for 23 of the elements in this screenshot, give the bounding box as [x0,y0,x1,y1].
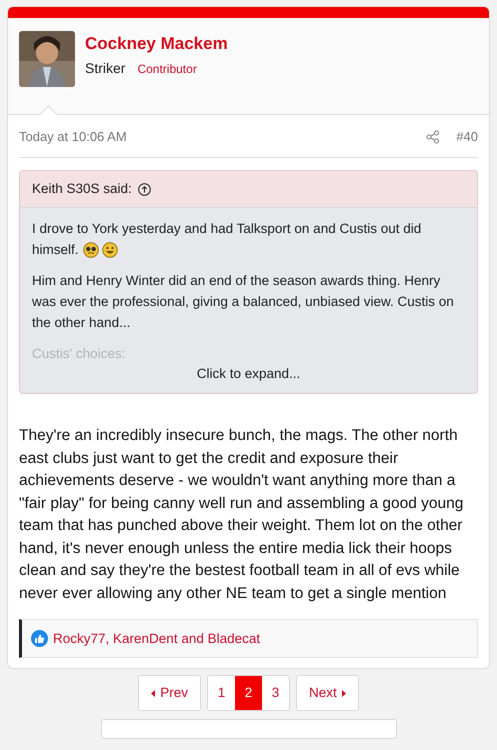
jump-up-icon[interactable] [138,182,151,196]
author-name[interactable]: Cockney Mackem [85,33,228,55]
post-number[interactable]: #40 [456,127,478,147]
quote-text: Him and Henry Winter did an end of the season awards thing. Henry was ever the professional, giving a balanced, unbiased view. Custis on the other hand... [32,272,455,332]
emoji-icon [82,242,99,258]
expand-link[interactable]: Click to expand... [196,364,300,384]
caret-right-icon [342,690,346,697]
post-body: They're an incredibly insecure bunch, the mags. The other north east clubs just want to get the credit and exposure their achievements deserve - we wouldn't want anything more than a "fair play" for being canny well run and assembling a good young team that has punched above their weight. Them lot on the other hand, it's never enough unless the entire media lick their hoops clean and say they're the bestest football team in all of evs while never ever allowing any other NE team to get a single mention [19,426,464,604]
reaction-users[interactable]: Rocky77, KarenDent and Bladecat [53,628,260,649]
share-icon[interactable] [426,130,440,144]
page-button[interactable]: 2 [235,676,262,710]
caret-left-icon [151,690,156,697]
quote-attribution: Keith S30S said: [32,180,132,198]
page-button[interactable]: 1 [208,676,235,710]
thumbs-up-icon [31,630,48,648]
user-title: Striker [85,59,126,78]
page-button[interactable]: 3 [262,676,289,710]
quote-text: I drove to York yesterday and had Talksport on and Custis out did himself. [32,220,422,260]
prev-button[interactable]: Prev [138,675,201,712]
user-role-label: Contributor [137,60,197,78]
next-button[interactable]: Next [296,675,359,712]
post-time[interactable]: Today at 10:06 AM [19,127,426,147]
emoji-icon [102,242,118,258]
